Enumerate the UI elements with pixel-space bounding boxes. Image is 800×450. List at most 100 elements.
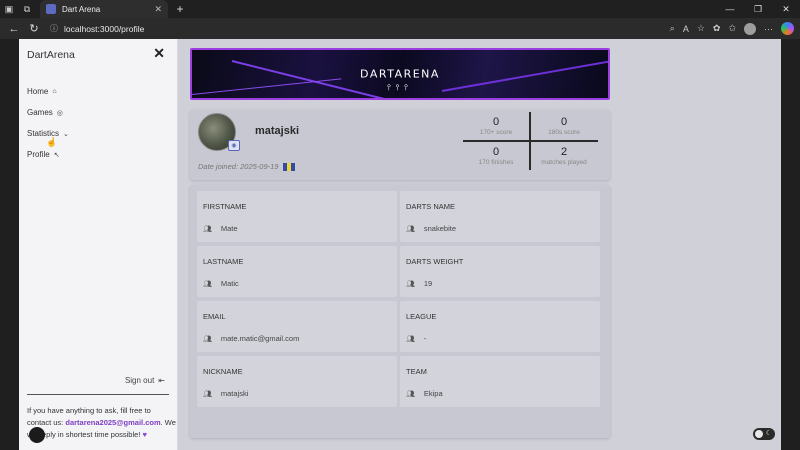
users-icon: 👥︎: [203, 225, 212, 233]
field-value: 👥︎ Matic: [203, 279, 239, 288]
sidebar-item-label: Home: [27, 87, 49, 96]
stat-label: matches played: [541, 159, 587, 166]
favorites-icon[interactable]: ✩: [728, 23, 736, 34]
extensions-icon[interactable]: ✿: [713, 23, 721, 34]
tab-actions-icon[interactable]: ⧉: [18, 0, 36, 18]
stat-value: 0: [492, 116, 500, 128]
field-value-text: mate.matic@gmail.com: [220, 334, 300, 343]
banner-light-beam: [192, 78, 342, 95]
sidebar-item-home[interactable]: Home ⌂: [27, 87, 69, 96]
minimize-icon[interactable]: —: [716, 0, 744, 18]
floating-action-dot[interactable]: [29, 427, 45, 443]
darts-decoration-icon: ⫯⫯⫯: [387, 83, 413, 92]
field-value-text: Mate: [220, 224, 238, 233]
banner-logo: DARTARENA: [360, 67, 440, 81]
stat-value: 0: [560, 116, 568, 128]
signout-button[interactable]: Sign out ⇤: [125, 376, 165, 385]
favorite-star-icon[interactable]: ☆: [697, 23, 705, 34]
home-icon: ⌂: [52, 88, 57, 95]
stat-180s: 0 180s score: [531, 116, 597, 136]
toolbar-icons: ⌕ A ☆ ✿ ✩ ···: [670, 22, 794, 35]
field-label: LASTNAME: [203, 257, 244, 266]
sidebar-toggle-icon[interactable]: ▣: [0, 0, 18, 18]
field-value-text: Matic: [220, 279, 239, 288]
camera-icon[interactable]: ◉: [228, 140, 240, 151]
header-banner: DARTARENA ⫯⫯⫯: [190, 48, 610, 100]
stat-label: 180s score: [548, 129, 580, 136]
tab-close-icon[interactable]: ✕: [154, 4, 162, 15]
read-aloud-icon[interactable]: A: [683, 24, 689, 34]
stats-grid: 0 170+ score 0 180s score 0 170 finishes…: [463, 112, 598, 170]
stat-170-finishes: 0 170 finishes: [463, 146, 529, 166]
window-close-icon[interactable]: ✕: [772, 0, 800, 18]
field-value: 👥︎ Ekipa: [406, 389, 443, 398]
field-league: LEAGUE 👥︎ -: [400, 301, 600, 352]
users-icon: 👥︎: [203, 335, 212, 343]
toggle-knob: [755, 430, 763, 438]
field-value: 👥︎ Mate: [203, 224, 238, 233]
help-text: If you have anything to ask, fill free t…: [27, 405, 177, 441]
tab-favicon: [46, 4, 56, 14]
sidebar-item-label: Profile: [27, 150, 50, 159]
stat-value: 0: [492, 146, 500, 158]
field-value: 👥︎ snakebite: [406, 224, 456, 233]
field-value: 👥︎ mate.matic@gmail.com: [203, 334, 299, 343]
more-menu-icon[interactable]: ···: [764, 24, 773, 34]
users-icon: 👥︎: [203, 280, 212, 288]
banner-light-beam: [441, 60, 608, 92]
heart-icon: ♥: [142, 430, 147, 439]
field-value: 👥︎ 19: [406, 279, 432, 288]
info-icon[interactable]: ⓘ: [50, 23, 58, 34]
date-joined-text: Date joined: 2025-09-19: [198, 162, 279, 171]
browser-tab[interactable]: Dart Arena ✕: [40, 0, 168, 18]
sidebar-item-games[interactable]: Games ◎: [27, 108, 69, 117]
field-value: 👥︎ matajski: [203, 389, 248, 398]
date-joined: Date joined: 2025-09-19: [198, 162, 296, 171]
browser-profile-icon[interactable]: [744, 22, 756, 35]
new-tab-button[interactable]: +: [172, 2, 188, 16]
mouse-cursor-icon: ☝: [46, 137, 58, 147]
moon-icon: ☾: [765, 430, 772, 437]
window-controls: — ❐ ✕: [716, 0, 800, 18]
sidebar: DartArena ✕ Home ⌂ Games ◎ Statistics ⌄ …: [19, 39, 178, 450]
refresh-icon[interactable]: ↻: [26, 21, 42, 37]
back-icon[interactable]: ←: [6, 21, 22, 37]
signout-label: Sign out: [124, 376, 155, 385]
arrow-icon: ↖: [53, 151, 60, 159]
field-nickname: NICKNAME 👥︎ matajski: [197, 356, 397, 407]
dart-icon: ◎: [56, 109, 63, 117]
stats-divider: [463, 140, 598, 142]
sidebar-divider: [27, 394, 169, 395]
page-viewport: DartArena ✕ Home ⌂ Games ◎ Statistics ⌄ …: [19, 39, 781, 450]
users-icon: 👥︎: [406, 280, 415, 288]
stat-label: 170+ score: [479, 129, 513, 136]
field-label: DARTS NAME: [406, 202, 456, 211]
field-email: EMAIL 👥︎ mate.matic@gmail.com: [197, 301, 397, 352]
stat-label: 170 finishes: [478, 159, 514, 166]
profile-details: FIRSTNAME 👥︎ Mate DARTS NAME 👥︎ snakebite …: [190, 185, 610, 438]
stat-170plus: 0 170+ score: [463, 116, 529, 136]
field-label: TEAM: [406, 367, 427, 376]
browser-tab-bar: ▣ ⧉ Dart Arena ✕ + — ❐ ✕: [0, 0, 800, 18]
field-label: DARTS WEIGHT: [406, 257, 464, 266]
field-value-text: snakebite: [423, 224, 456, 233]
theme-toggle[interactable]: ☾: [753, 428, 775, 440]
zoom-icon[interactable]: ⌕: [670, 23, 675, 34]
field-label: EMAIL: [203, 312, 226, 321]
flag-icon: [283, 162, 296, 171]
field-firstname: FIRSTNAME 👥︎ Mate: [197, 191, 397, 242]
contact-email-link[interactable]: dartarena2025@gmail.com: [65, 418, 160, 427]
field-label: FIRSTNAME: [203, 202, 247, 211]
sidebar-nav: Home ⌂ Games ◎ Statistics ⌄ Profile ↖: [27, 87, 69, 171]
field-label: NICKNAME: [203, 367, 243, 376]
copilot-icon[interactable]: [781, 22, 794, 35]
field-team: TEAM 👥︎ Ekipa: [400, 356, 600, 407]
sidebar-item-profile[interactable]: Profile ↖: [27, 150, 69, 159]
close-sidebar-icon[interactable]: ✕: [153, 45, 165, 62]
field-darts-name: DARTS NAME 👥︎ snakebite: [400, 191, 600, 242]
field-darts-weight: DARTS WEIGHT 👥︎ 19: [400, 246, 600, 297]
restore-icon[interactable]: ❐: [744, 0, 772, 18]
url-field[interactable]: ⓘ localhost:3000/profile: [46, 21, 606, 37]
sidebar-brand: DartArena: [27, 49, 75, 61]
field-label: LEAGUE: [406, 312, 437, 321]
